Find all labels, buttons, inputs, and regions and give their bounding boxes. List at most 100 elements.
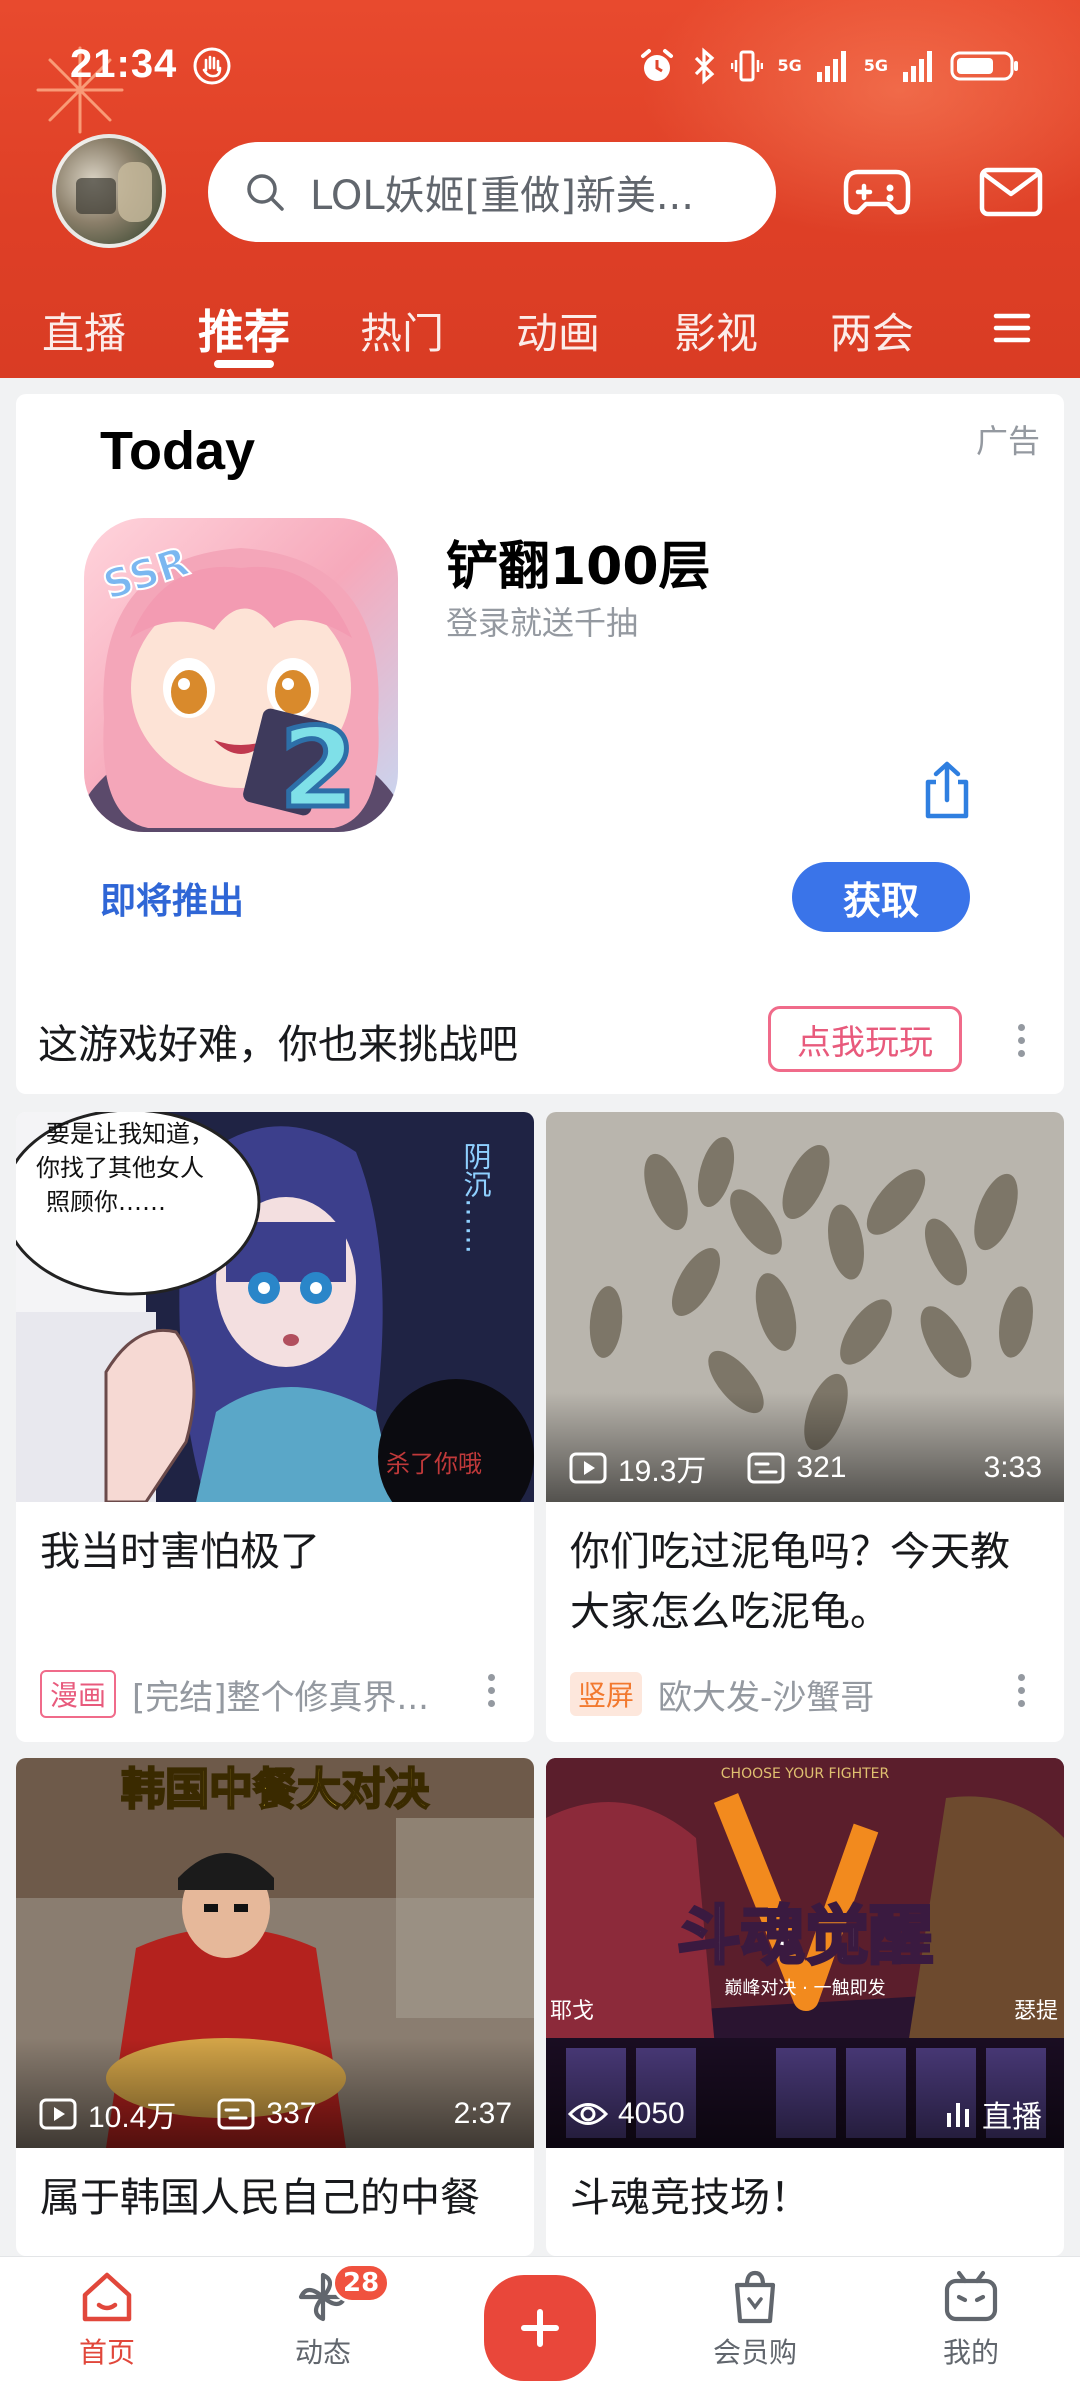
home-icon bbox=[82, 2272, 132, 2322]
active-tab-indicator bbox=[214, 360, 274, 368]
video-thumbnail[interactable]: 19.3万 321 3:33 bbox=[546, 1112, 1064, 1502]
thumb-sub-text: 巅峰对决 · 一触即发 bbox=[724, 1978, 885, 1999]
search-placeholder: LOL妖姬[重做]新美... bbox=[310, 173, 694, 219]
corner-text: 杀了你哦 bbox=[386, 1450, 482, 1478]
video-title: 属于韩国人民自己的中餐 bbox=[40, 2175, 480, 2221]
nav-dynamic[interactable]: 动态 28 bbox=[258, 2263, 391, 2371]
video-title: 我当时害怕极了 bbox=[40, 1529, 320, 1575]
comment-count: 321 bbox=[796, 1451, 847, 1484]
watching-count: 4050 bbox=[618, 2097, 685, 2130]
more-options-icon[interactable] bbox=[1016, 1024, 1026, 1060]
tv-face-icon bbox=[944, 2270, 998, 2322]
app-icon[interactable]: SSR 2 bbox=[84, 518, 398, 832]
ad-card[interactable]: Today 广告 SSR 2 铲翻100层 登录就送千抽 即将推出 获取 这游戏… bbox=[16, 394, 1064, 1094]
signal-icon bbox=[816, 51, 846, 82]
video-stats: 10.4万 337 2:37 bbox=[38, 2094, 512, 2134]
eye-icon bbox=[568, 2103, 608, 2125]
anime-girl-icon: SSR 2 bbox=[84, 538, 398, 832]
content-type-badge: 漫画 bbox=[40, 1670, 117, 1718]
video-title: 你们吃过泥龟吗？今天教大家怎么吃泥龟。 bbox=[570, 1529, 1010, 1635]
nav-label: 会员购 bbox=[712, 2336, 797, 2369]
video-thumbnail[interactable]: 要是让我知道， 你找了其他女人 照顾你…… 阴沉…… 杀了你哦 bbox=[16, 1112, 534, 1502]
icon-number-text: 2 bbox=[280, 704, 357, 832]
bottom-navigation: 首页 动态 28 会员购 我的 bbox=[0, 2256, 1080, 2398]
nav-label: 我的 bbox=[942, 2336, 999, 2369]
nav-shop[interactable]: 会员购 bbox=[690, 2267, 820, 2371]
menu-icon[interactable] bbox=[992, 308, 1032, 348]
nav-home[interactable]: 首页 bbox=[42, 2267, 172, 2371]
search-bar[interactable]: LOL妖姬[重做]新美... bbox=[208, 142, 776, 242]
feed-card[interactable]: 要是让我知道， 你找了其他女人 照顾你…… 阴沉…… 杀了你哦 我当时害怕极了 … bbox=[16, 1112, 534, 1742]
video-meta: 竖屏 欧大发-沙蟹哥 bbox=[570, 1670, 1040, 1719]
thumb-left-text: 耶戈 bbox=[550, 1999, 594, 2024]
nav-label: 动态 bbox=[294, 2336, 351, 2369]
play-count-icon bbox=[569, 1452, 607, 1484]
gesture-hand-icon bbox=[193, 47, 231, 85]
get-button[interactable]: 获取 bbox=[792, 862, 970, 932]
video-duration: 2:37 bbox=[453, 2097, 512, 2130]
vibrate-icon bbox=[731, 50, 764, 82]
video-thumbnail[interactable]: CHOOSE YOUR FIGHTER 斗魂觉醒 巅峰对决 · 一触即发 耶戈 … bbox=[546, 1758, 1064, 2148]
coming-soon-label: 即将推出 bbox=[100, 881, 245, 922]
feed-card[interactable]: 韩国中餐大对决 10.4万 337 2:37 属于韩国人民自己的中餐 bbox=[16, 1758, 534, 2256]
video-thumbnail[interactable]: 韩国中餐大对决 10.4万 337 2:37 bbox=[16, 1758, 534, 2148]
tab-live[interactable]: 直播 bbox=[42, 300, 126, 361]
play-now-button[interactable]: 点我玩玩 bbox=[768, 1006, 962, 1072]
status-bar: 21:34 5G 5G bbox=[0, 36, 1080, 96]
feed-card[interactable]: CHOOSE YOUR FIGHTER 斗魂觉醒 巅峰对决 · 一触即发 耶戈 … bbox=[546, 1758, 1064, 2256]
danmaku-icon bbox=[217, 2098, 255, 2130]
nav-label: 首页 bbox=[78, 2336, 135, 2369]
tab-recommend[interactable]: 推荐 bbox=[198, 296, 290, 362]
tab-hot[interactable]: 热门 bbox=[360, 300, 444, 361]
battery-icon bbox=[950, 51, 1018, 81]
category-tabs: 直播 推荐 热门 动画 影视 两会 bbox=[0, 290, 1080, 378]
tab-two-sessions[interactable]: 两会 bbox=[830, 300, 914, 361]
play-count-icon bbox=[39, 2098, 77, 2130]
signal-icon-2 bbox=[903, 51, 932, 82]
danmaku-icon bbox=[747, 1452, 785, 1484]
app-subtitle: 登录就送千抽 bbox=[446, 604, 639, 642]
upload-button[interactable] bbox=[484, 2275, 596, 2381]
bluetooth-icon bbox=[695, 47, 715, 85]
content-type-badge: 竖屏 bbox=[570, 1672, 643, 1716]
app-name: 铲翻100层 bbox=[446, 537, 711, 597]
alarm-icon bbox=[641, 49, 674, 81]
view-count: 19.3万 bbox=[618, 1455, 707, 1488]
tab-animation[interactable]: 动画 bbox=[516, 300, 600, 361]
feed-card[interactable]: 19.3万 321 3:33 你们吃过泥龟吗？今天教大家怎么吃泥龟。 竖屏 欧大… bbox=[546, 1112, 1064, 1742]
thumb-right-text: 瑟提 bbox=[1014, 1999, 1058, 2024]
thumb-main-text: 斗魂觉醒 bbox=[677, 1900, 933, 1974]
video-title: 斗魂竞技场！ bbox=[570, 2175, 810, 2221]
view-count: 10.4万 bbox=[88, 2101, 177, 2134]
side-text: 阴沉…… bbox=[460, 1142, 493, 1254]
author-name[interactable]: [完结]整个修真界... bbox=[132, 1670, 432, 1719]
nav-profile[interactable]: 我的 bbox=[906, 2267, 1036, 2371]
video-meta: 漫画 [完结]整个修真界... bbox=[40, 1670, 510, 1719]
manga-thumbnail-image: 要是让我知道， 你找了其他女人 照顾你…… 阴沉…… 杀了你哦 bbox=[16, 1112, 534, 1502]
notification-badge: 28 bbox=[332, 2263, 391, 2303]
video-duration: 3:33 bbox=[983, 1451, 1042, 1484]
shopping-bag-icon bbox=[734, 2270, 776, 2324]
live-bars-icon bbox=[947, 2103, 969, 2127]
app-header: 21:34 5G 5G LOL妖姬[重做]新美... 直播 推荐 热门 动画 影… bbox=[0, 0, 1080, 378]
ad-label: 广告 bbox=[975, 422, 1040, 460]
tab-film[interactable]: 影视 bbox=[674, 300, 758, 361]
more-options-icon[interactable] bbox=[486, 1674, 496, 1710]
comment-count: 337 bbox=[266, 2097, 317, 2130]
video-stats: 19.3万 321 3:33 bbox=[568, 1448, 1042, 1488]
thumb-banner-text: 韩国中餐大对决 bbox=[121, 1764, 429, 1815]
search-icon bbox=[247, 174, 284, 211]
video-stats: 4050 直播 bbox=[568, 2094, 1042, 2134]
ad-tagline: 这游戏好难，你也来挑战吧 bbox=[38, 1022, 518, 1068]
ad-heading: Today bbox=[100, 421, 256, 481]
plus-icon bbox=[521, 2309, 559, 2347]
thumb-top-text: CHOOSE YOUR FIGHTER bbox=[721, 1766, 890, 1782]
game-controller-icon[interactable] bbox=[842, 160, 912, 222]
status-time: 21:34 bbox=[70, 42, 178, 86]
author-name[interactable]: 欧大发-沙蟹哥 bbox=[658, 1670, 958, 1719]
user-avatar[interactable] bbox=[52, 134, 166, 248]
network-label-2: 5G bbox=[863, 56, 888, 75]
share-icon[interactable] bbox=[920, 760, 974, 820]
more-options-icon[interactable] bbox=[1016, 1674, 1026, 1710]
mail-icon[interactable] bbox=[978, 160, 1044, 222]
